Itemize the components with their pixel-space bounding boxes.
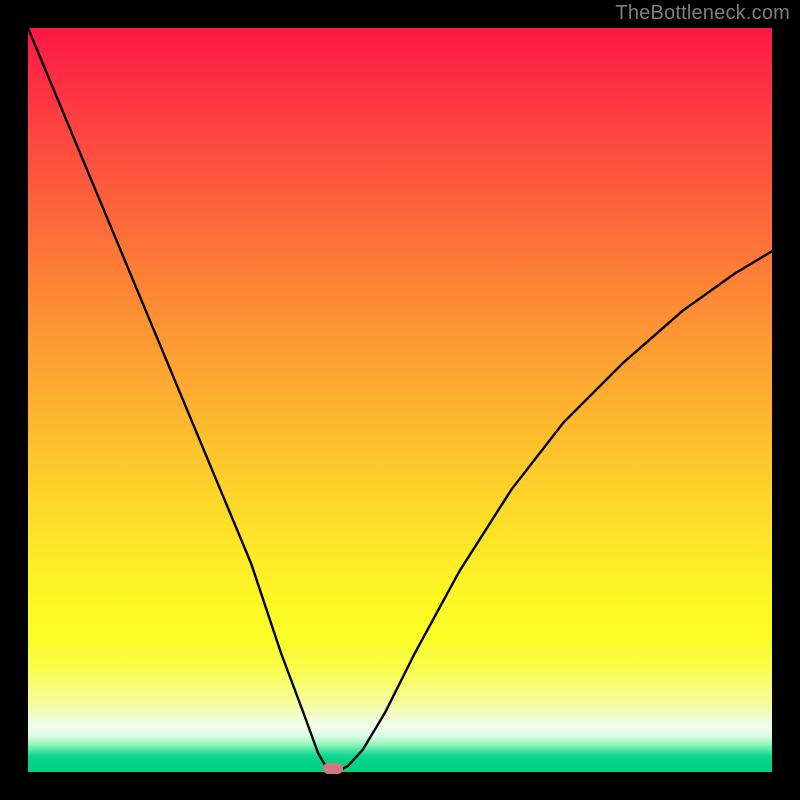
optimal-point-marker	[323, 763, 343, 774]
chart-frame: TheBottleneck.com	[0, 0, 800, 800]
bottleneck-curve	[28, 28, 772, 772]
watermark-text: TheBottleneck.com	[615, 2, 790, 25]
gradient-plot-area	[28, 28, 772, 772]
